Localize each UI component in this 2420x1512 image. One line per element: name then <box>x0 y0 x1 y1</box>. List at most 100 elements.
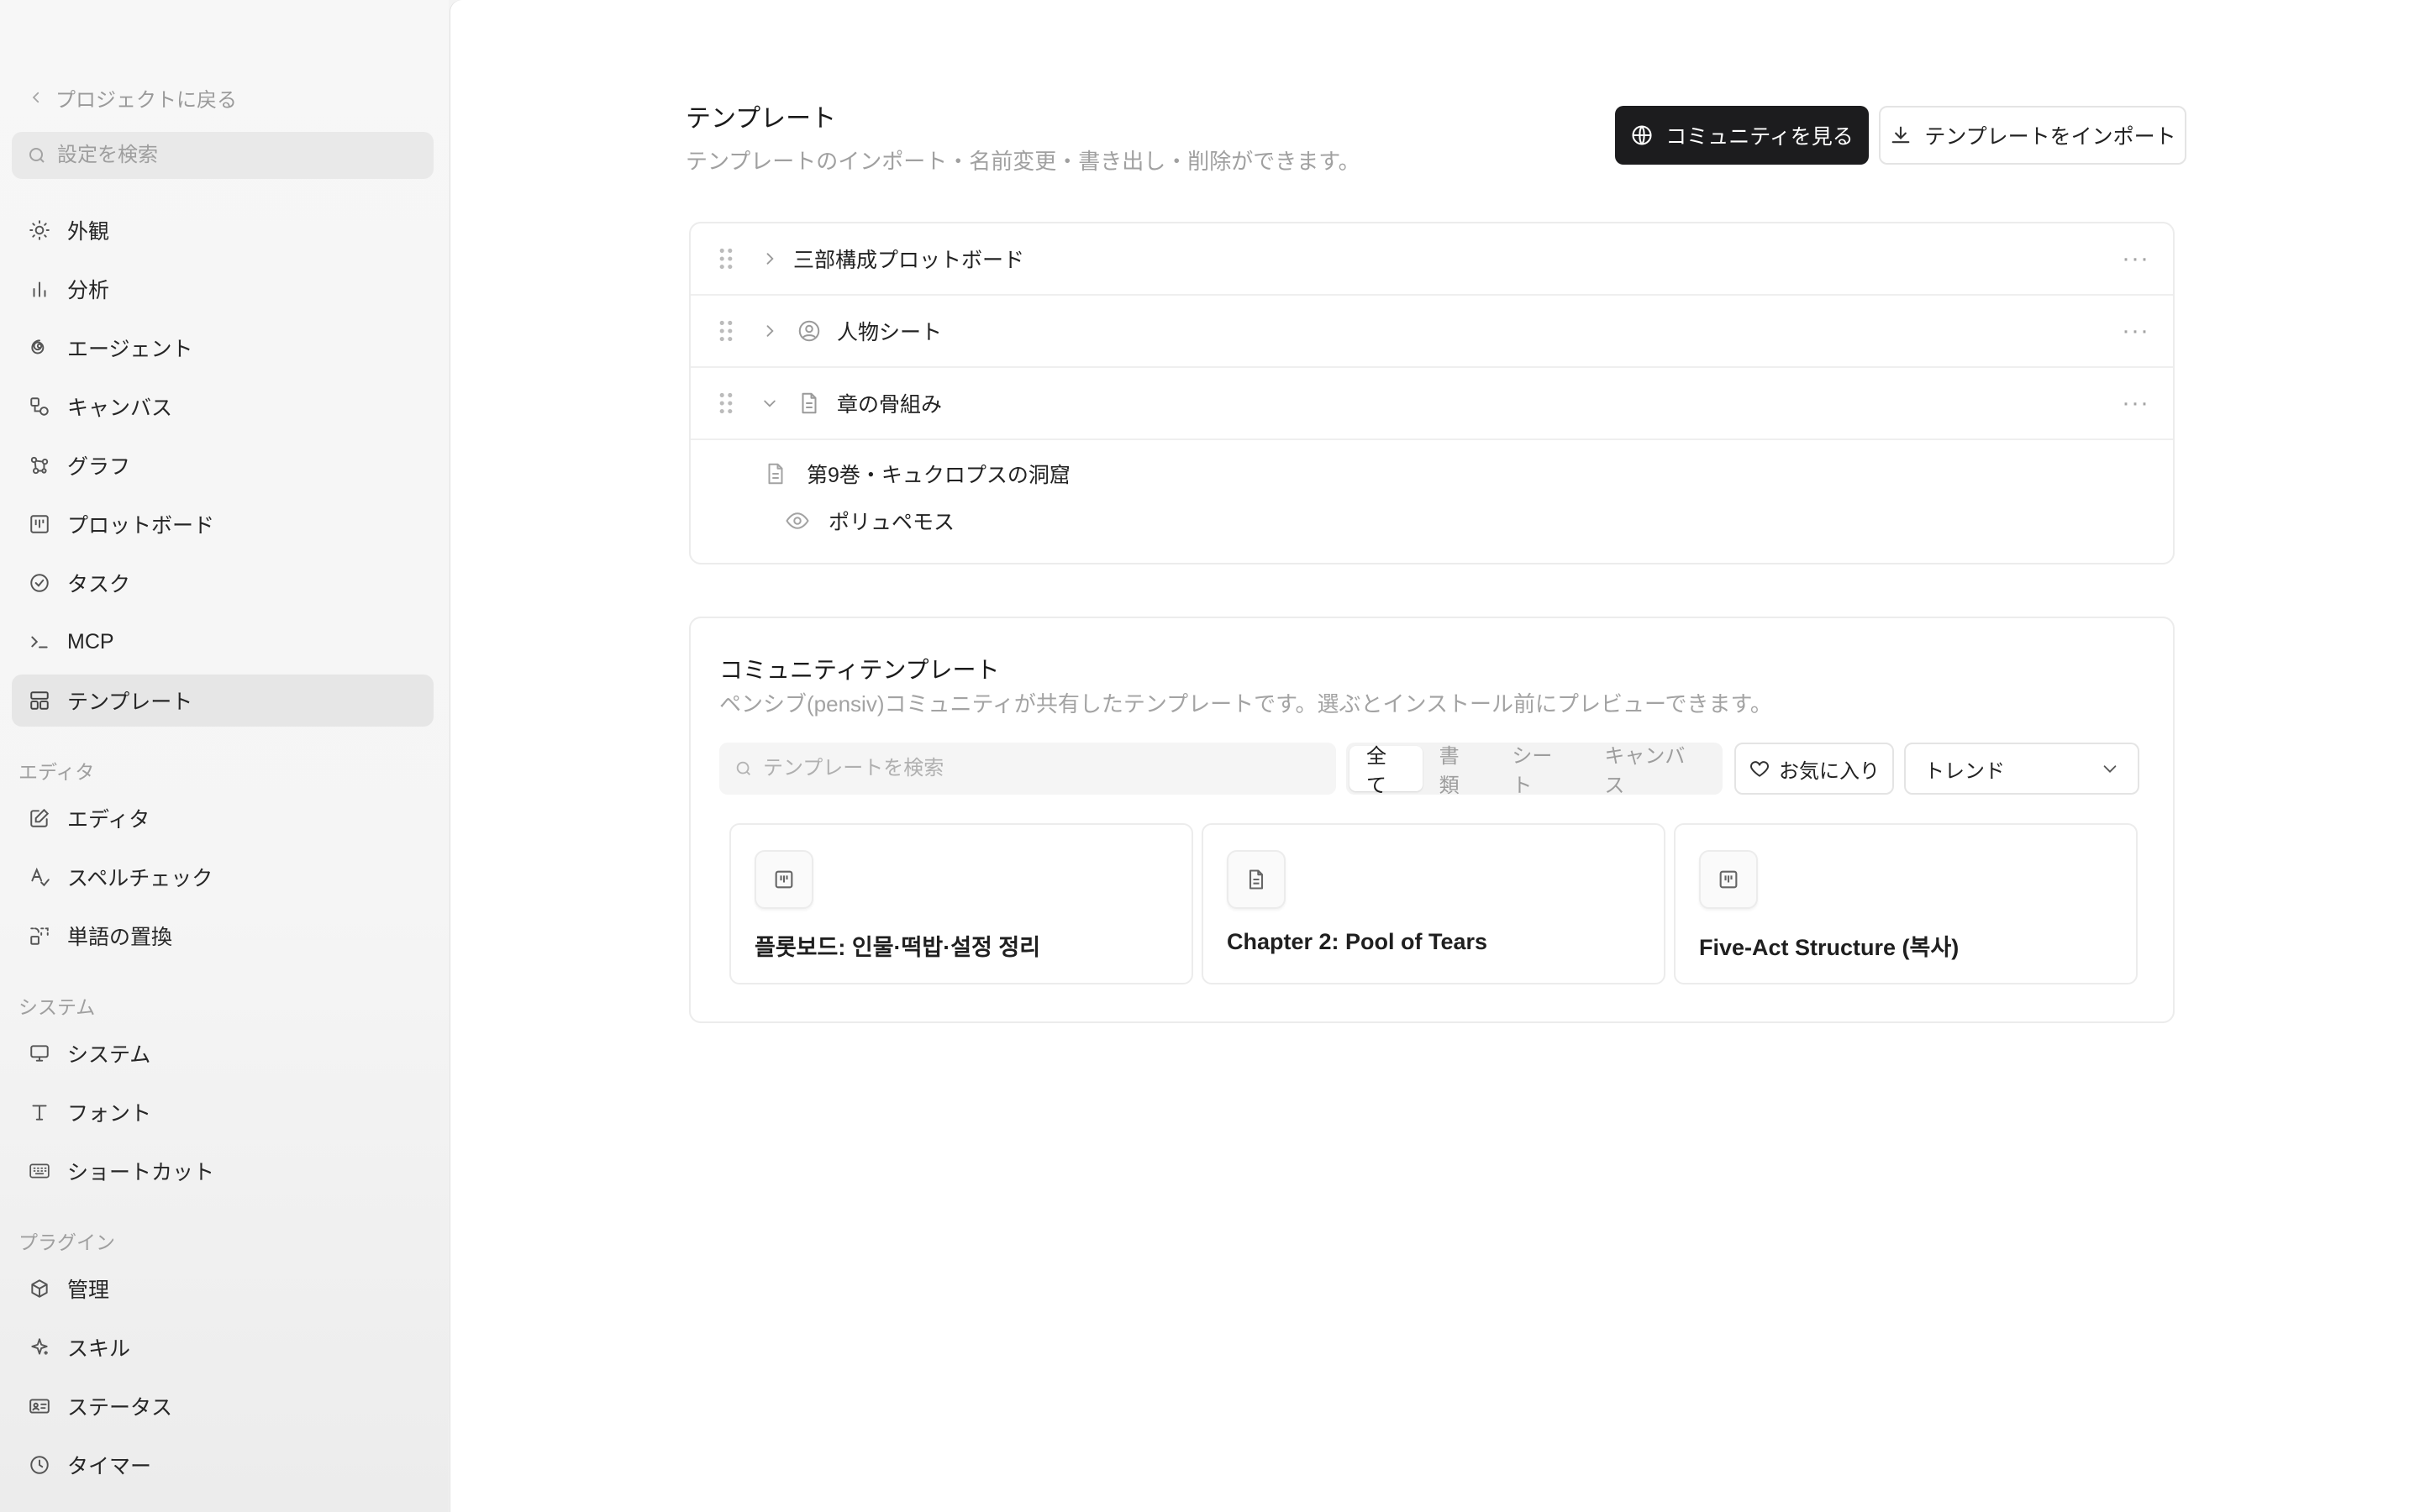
back-link-label: プロジェクトに戻る <box>55 88 237 112</box>
filter-sheets[interactable]: シート <box>1495 745 1587 797</box>
chevron-right-icon[interactable] <box>761 323 778 339</box>
globe-icon <box>1632 125 1652 145</box>
template-row[interactable]: 三部構成プロットボード ··· <box>691 223 2173 296</box>
sidebar-item-appearance[interactable]: 外観 <box>12 204 434 256</box>
document-icon <box>802 392 817 414</box>
template-row[interactable]: 章の骨組み ··· <box>691 368 2173 440</box>
filter-documents[interactable]: 書類 <box>1423 745 1496 797</box>
section-label-system: システム <box>18 996 96 1018</box>
sidebar-item-label: スキル <box>67 1337 131 1361</box>
sidebar-item-label: タスク <box>67 573 131 596</box>
clock-icon <box>27 1452 52 1478</box>
section-label-editor: エディタ <box>18 761 95 783</box>
drag-handle-icon[interactable] <box>719 320 733 342</box>
template-name: 人物シート <box>837 321 943 344</box>
bar-chart-icon <box>27 276 52 302</box>
graph-nodes-icon <box>27 453 52 478</box>
heart-icon <box>1750 761 1769 777</box>
card-title: 플롯보드: 인물·떡밥·설정 정리 <box>755 935 1041 960</box>
settings-search[interactable] <box>12 132 434 179</box>
community-search-input[interactable] <box>761 756 1336 781</box>
sidebar-item-label: MCP <box>67 629 114 654</box>
community-search[interactable] <box>719 743 1336 795</box>
template-child-label: ポリュペモス <box>829 511 955 534</box>
community-template-card[interactable]: 플롯보드: 인물·떡밥·설정 정리 <box>729 823 1193 984</box>
community-template-card[interactable]: Chapter 2: Pool of Tears <box>1202 823 1665 984</box>
sidebar-item-label: 分析 <box>67 279 110 302</box>
drag-handle-icon[interactable] <box>719 248 733 270</box>
template-child-item[interactable]: 第9巻・キュクロプスの洞窟 <box>763 459 1071 489</box>
favorites-button[interactable]: お気に入り <box>1734 743 1894 795</box>
document-icon <box>768 463 783 485</box>
sidebar-item-label: テンプレート <box>67 690 193 714</box>
more-options-icon[interactable]: ··· <box>2122 317 2149 345</box>
sidebar-item-system[interactable]: システム <box>12 1027 434 1079</box>
sidebar-item-status[interactable]: ステータス <box>12 1380 434 1432</box>
chevron-right-icon[interactable] <box>761 250 778 267</box>
monitor-icon <box>27 1041 52 1066</box>
sidebar-item-label: キャンバス <box>67 396 173 420</box>
sidebar-item-label: 管理 <box>67 1278 110 1302</box>
chevron-left-icon <box>32 92 39 103</box>
sidebar-item-analytics[interactable]: 分析 <box>12 263 434 315</box>
sidebar-item-shortcuts[interactable]: ショートカット <box>12 1145 434 1197</box>
template-row[interactable]: 人物シート ··· <box>691 296 2173 368</box>
drag-handle-icon[interactable] <box>719 392 733 414</box>
sparkle-icon <box>27 1335 52 1360</box>
sidebar-item-label: プロットボード <box>67 514 215 538</box>
template-name: 三部構成プロットボード <box>793 249 1025 272</box>
favorites-label: お気に入り <box>1779 759 1880 783</box>
more-options-icon[interactable]: ··· <box>2122 389 2149 417</box>
import-template-button[interactable]: テンプレートをインポート <box>1879 106 2186 165</box>
sidebar-item-label: フォント <box>67 1102 152 1126</box>
sidebar-item-label: ステータス <box>67 1396 173 1420</box>
back-to-project-link[interactable]: プロジェクトに戻る <box>29 82 237 113</box>
template-child-label: 第9巻・キュクロプスの洞窟 <box>807 464 1071 487</box>
sidebar-item-graph[interactable]: グラフ <box>12 439 434 491</box>
kanban-icon <box>1699 850 1758 909</box>
kanban-icon <box>27 512 52 537</box>
sidebar-item-plotboard[interactable]: プロットボード <box>12 498 434 550</box>
chevron-down-icon[interactable] <box>761 395 778 412</box>
sidebar-item-tasks[interactable]: タスク <box>12 557 434 609</box>
sidebar-item-manage[interactable]: 管理 <box>12 1263 434 1315</box>
sidebar-item-word-replace[interactable]: 単語の置換 <box>12 910 434 962</box>
search-icon <box>29 148 45 163</box>
sidebar-item-label: 外観 <box>67 220 110 244</box>
layout-icon <box>27 688 52 713</box>
sidebar-item-fonts[interactable]: フォント <box>12 1086 434 1138</box>
sidebar-item-timer[interactable]: タイマー <box>12 1439 434 1491</box>
replace-icon <box>27 923 52 948</box>
template-child-item[interactable]: ポリュペモス <box>785 506 955 536</box>
settings-search-input[interactable] <box>55 143 429 168</box>
filter-canvas[interactable]: キャンバス <box>1587 745 1719 797</box>
template-list: 三部構成プロットボード ··· 人物シート ··· 章の骨組み ··· 第9巻・… <box>689 222 2175 564</box>
card-title: Five-Act Structure (복사) <box>1699 935 1960 960</box>
view-community-label: コミュニティを見る <box>1665 125 1854 149</box>
sidebar-item-spellcheck[interactable]: スペルチェック <box>12 851 434 903</box>
sidebar-item-skills[interactable]: スキル <box>12 1321 434 1373</box>
sun-icon <box>27 218 52 243</box>
user-circle-icon <box>798 320 820 342</box>
sidebar-item-label: タイマー <box>67 1455 152 1478</box>
sidebar-item-templates[interactable]: テンプレート <box>12 675 434 727</box>
sidebar-item-label: エージェント <box>67 338 193 361</box>
community-templates-panel: コミュニティテンプレート ペンシブ(pensiv)コミュニティが共有したテンプレ… <box>689 617 2175 1023</box>
community-template-card[interactable]: Five-Act Structure (복사) <box>1674 823 2138 984</box>
section-label-plugins: プラグイン <box>18 1231 115 1253</box>
import-template-label: テンプレートをインポート <box>1924 125 2176 149</box>
community-title: コミュニティテンプレート <box>719 657 1000 683</box>
filter-all[interactable]: 全て <box>1349 745 1423 797</box>
pencil-square-icon <box>27 806 52 831</box>
chevron-down-icon <box>2103 765 2117 773</box>
sidebar-item-canvas[interactable]: キャンバス <box>12 381 434 433</box>
page-subtitle: テンプレートのインポート・名前変更・書き出し・削除ができます。 <box>686 149 1360 174</box>
settings-sidebar: プロジェクトに戻る 外観 分析 エージェント キャンバス グラフ プロットボード… <box>0 0 449 1512</box>
page-title: テンプレート <box>686 105 837 133</box>
sidebar-item-agent[interactable]: エージェント <box>12 322 434 374</box>
sidebar-item-mcp[interactable]: MCP <box>12 616 434 668</box>
sort-select[interactable]: トレンド <box>1904 743 2139 795</box>
more-options-icon[interactable]: ··· <box>2122 244 2149 273</box>
sidebar-item-editor[interactable]: エディタ <box>12 792 434 844</box>
view-community-button[interactable]: コミュニティを見る <box>1615 106 1869 165</box>
